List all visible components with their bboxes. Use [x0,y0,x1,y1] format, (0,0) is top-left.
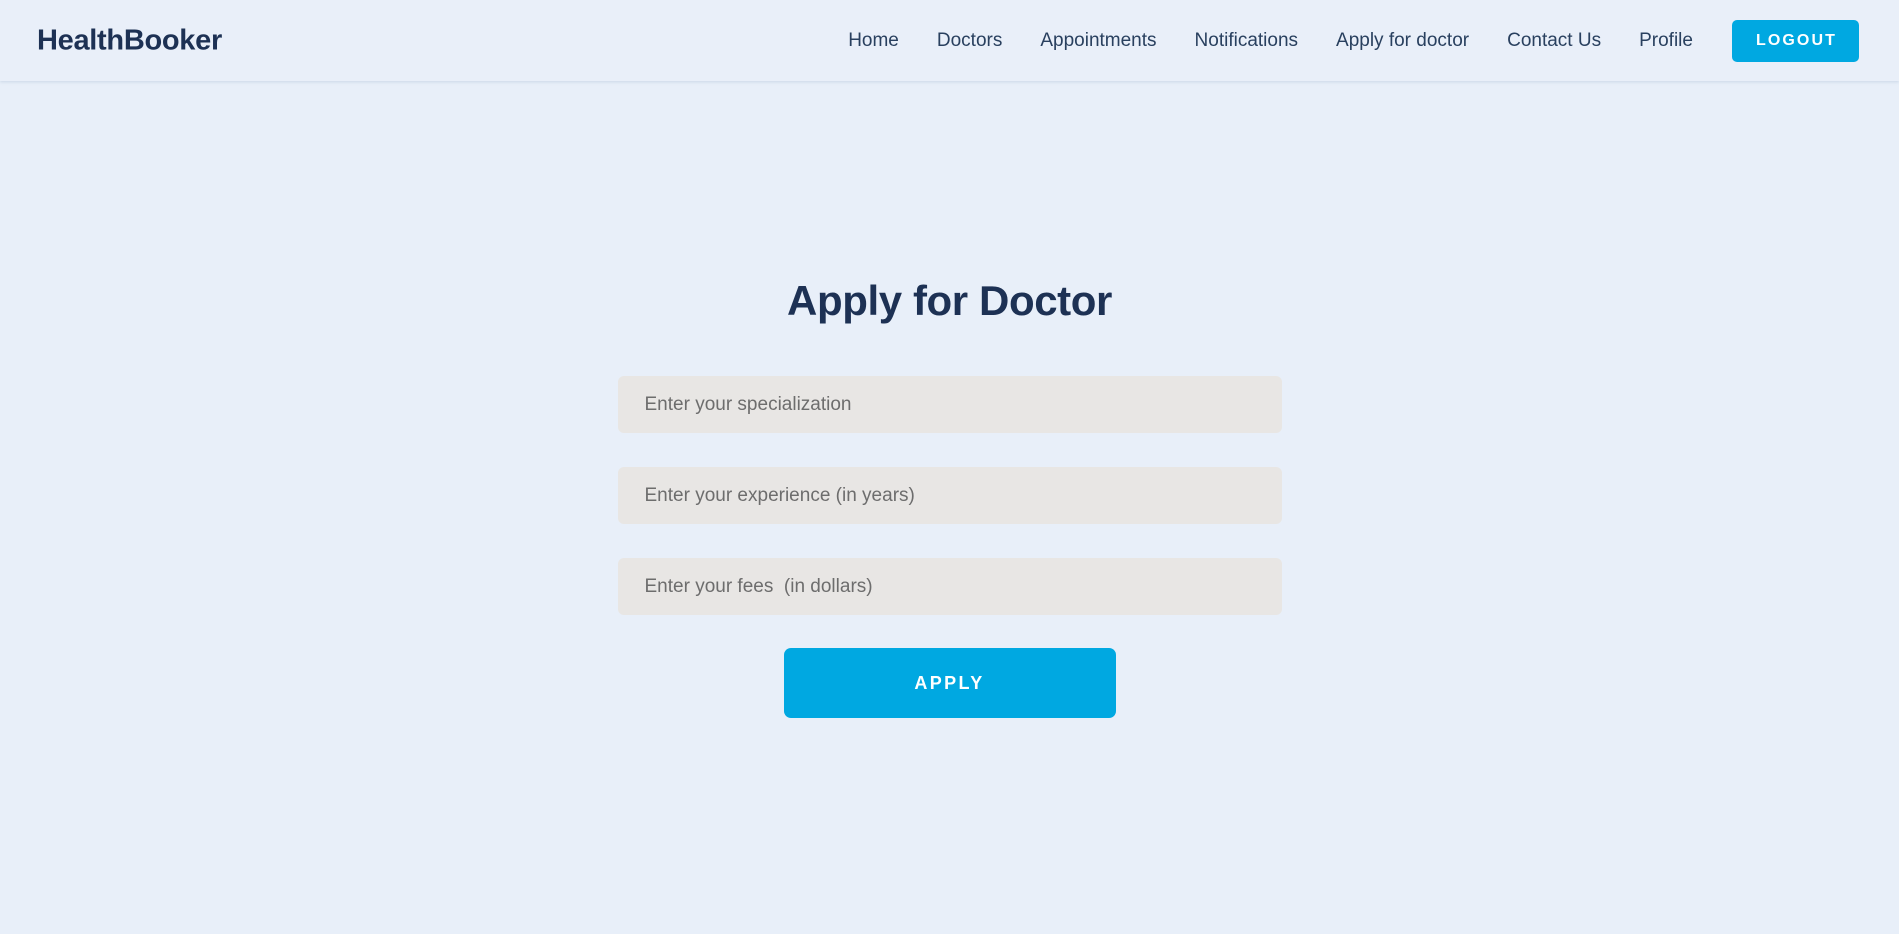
site-logo[interactable]: HealthBooker [37,24,222,57]
primary-navigation: Home Doctors Appointments Notifications … [829,19,1859,62]
apply-button[interactable]: APPLY [783,648,1116,718]
apply-doctor-form: APPLY [617,376,1282,718]
nav-item-home[interactable]: Home [829,31,918,50]
nav-item-doctors[interactable]: Doctors [918,31,1021,50]
nav-item-notifications[interactable]: Notifications [1176,31,1318,50]
nav-item-profile[interactable]: Profile [1620,31,1712,50]
nav-item-apply-for-doctor[interactable]: Apply for doctor [1317,31,1488,50]
experience-input[interactable] [617,467,1282,524]
specialization-input[interactable] [617,376,1282,433]
nav-item-appointments[interactable]: Appointments [1021,31,1175,50]
logout-button[interactable]: LOGOUT [1731,19,1859,62]
main-navbar: HealthBooker Home Doctors Appointments N… [0,0,1899,81]
nav-item-contact-us[interactable]: Contact Us [1488,31,1620,50]
apply-doctor-page: Apply for Doctor APPLY [0,81,1899,934]
fees-input[interactable] [617,558,1282,615]
page-title: Apply for Doctor [787,277,1112,324]
